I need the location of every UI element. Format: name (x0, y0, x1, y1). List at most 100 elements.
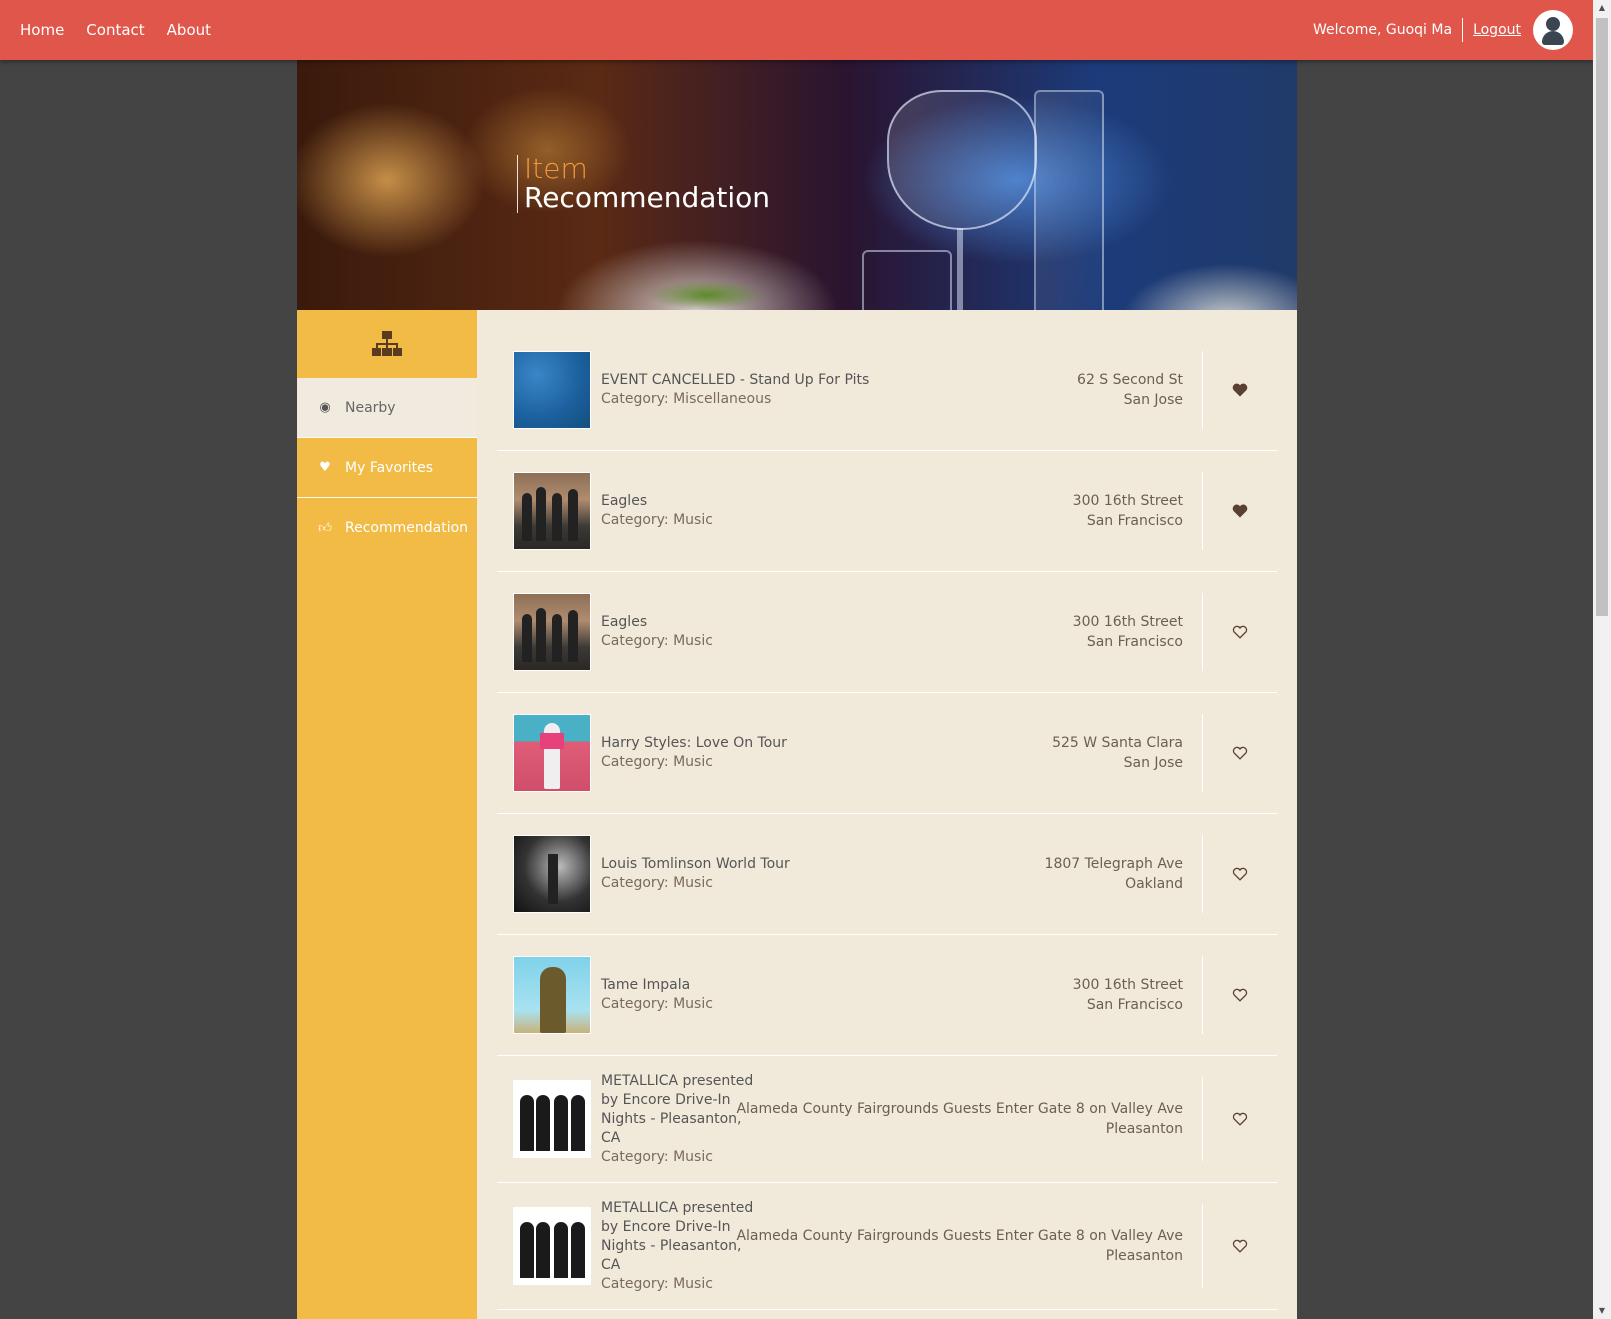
sidebar-item-my-favorites[interactable]: ♥ My Favorites (297, 438, 477, 498)
item-street: 525 W Santa Clara (1052, 735, 1183, 751)
list-item: Eagles Category: Music 300 16th Street S… (497, 451, 1277, 572)
favorite-button[interactable] (1225, 859, 1255, 889)
item-city: San Francisco (1086, 634, 1183, 650)
sitemap-icon (372, 331, 402, 357)
divider (1202, 835, 1203, 913)
sidebar-item-recommendation[interactable]: 👍︎ Recommendation (297, 498, 477, 558)
item-image (513, 593, 591, 671)
item-street: 300 16th Street (1072, 977, 1183, 993)
list-item: EVENT CANCELLED - Stand Up For Pits Cate… (497, 330, 1277, 451)
favorite-button[interactable] (1225, 617, 1255, 647)
favorite-button[interactable] (1225, 1231, 1255, 1261)
list-item: Harry Styles: Love On Tour Category: Mus… (497, 693, 1277, 814)
item-address: Alameda County Fairgrounds Guests Enter … (736, 1226, 1183, 1266)
item-name[interactable]: EVENT CANCELLED - Stand Up For Pits (601, 371, 901, 390)
divider (1202, 593, 1203, 671)
divider (1202, 351, 1203, 429)
item-category: Category: Music (601, 754, 713, 770)
list-item: Eagles Category: Music 300 16th Street S… (497, 572, 1277, 693)
favorite-button[interactable] (1225, 738, 1255, 768)
nav-link-home[interactable]: Home (20, 21, 64, 39)
hero-title-line2: Recommendation (524, 181, 771, 214)
item-address: 525 W Santa Clara San Jose (1052, 733, 1183, 773)
user-icon-body (1542, 31, 1564, 45)
page-scrollbar[interactable]: ▲ ▼ (1593, 0, 1611, 1319)
item-name[interactable]: Tame Impala (601, 976, 771, 995)
scroll-up-icon[interactable]: ▲ (1593, 0, 1611, 16)
heart-outline-icon (1232, 1112, 1248, 1126)
item-address: Alameda County Fairgrounds Guests Enter … (736, 1099, 1183, 1139)
scroll-down-icon[interactable]: ▼ (1593, 1303, 1611, 1319)
item-street: 62 S Second St (1077, 372, 1183, 388)
item-info: EVENT CANCELLED - Stand Up For Pits Cate… (601, 371, 901, 409)
logout-link[interactable]: Logout (1473, 22, 1521, 38)
item-category: Category: Music (601, 1275, 713, 1292)
heart-outline-icon (1232, 625, 1248, 639)
scrollbar-thumb[interactable] (1596, 18, 1608, 616)
item-address: 300 16th Street San Francisco (1073, 975, 1183, 1015)
sidebar-item-label: Recommendation (345, 520, 469, 536)
item-name[interactable]: Eagles (601, 492, 771, 511)
avatar[interactable] (1533, 10, 1573, 50)
heart-icon: ♥ (319, 460, 331, 475)
item-city: Pleasanton (1105, 1248, 1183, 1264)
item-image (513, 714, 591, 792)
item-info: Harry Styles: Love On Tour Category: Mus… (601, 734, 901, 772)
item-category: Category: Music (601, 996, 713, 1012)
divider (1202, 714, 1203, 792)
list-item: Tame Impala Category: Music 300 16th Str… (497, 935, 1277, 1056)
favorite-button[interactable] (1225, 1104, 1255, 1134)
item-category: Category: Music (601, 633, 713, 649)
item-image (513, 351, 591, 429)
sidebar-item-label: Nearby (345, 399, 396, 416)
hero-decor (647, 280, 767, 310)
water-glass-image (1034, 90, 1104, 310)
welcome-text: Welcome, Guoqi Ma (1313, 18, 1464, 42)
list-item: METALLICA presented by Encore Drive-In N… (497, 1183, 1277, 1310)
item-info: Eagles Category: Music (601, 613, 771, 651)
heart-filled-icon (1232, 383, 1248, 397)
item-street: 1807 Telegraph Ave (1044, 856, 1183, 872)
small-glass-image (862, 250, 952, 310)
sidebar-item-nearby[interactable]: ◉ Nearby (297, 378, 477, 438)
item-city: Oakland (1125, 876, 1183, 892)
heart-outline-icon (1232, 867, 1248, 881)
sidebar: ◉ Nearby ♥ My Favorites 👍︎ Recommendatio… (297, 310, 477, 1319)
nav-link-about[interactable]: About (167, 21, 211, 39)
item-name[interactable]: Eagles (601, 613, 771, 632)
item-category: Category: Music (601, 512, 713, 528)
item-city: San Francisco (1086, 513, 1183, 529)
heart-filled-icon (1232, 504, 1248, 518)
item-address: 300 16th Street San Francisco (1073, 612, 1183, 652)
favorite-button[interactable] (1225, 375, 1255, 405)
item-name[interactable]: Harry Styles: Love On Tour (601, 734, 901, 753)
hero-title: Item Recommendation (517, 155, 770, 213)
heart-outline-icon (1232, 746, 1248, 760)
item-address: 62 S Second St San Jose (1077, 370, 1183, 410)
favorite-button[interactable] (1225, 496, 1255, 526)
top-nav: Home Contact About Welcome, Guoqi Ma Log… (0, 0, 1593, 60)
wine-glass-stem (957, 228, 963, 310)
item-info: Tame Impala Category: Music (601, 976, 771, 1014)
hero-banner: Item Recommendation (297, 60, 1297, 310)
item-city: San Francisco (1086, 997, 1183, 1013)
item-category: Category: Miscellaneous (601, 391, 772, 407)
divider (1202, 472, 1203, 550)
nav-user: Welcome, Guoqi Ma Logout (1313, 0, 1573, 60)
item-info: Louis Tomlinson World Tour Category: Mus… (601, 855, 901, 893)
item-street: Alameda County Fairgrounds Guests Enter … (736, 1228, 1183, 1244)
divider (1202, 956, 1203, 1034)
heart-outline-icon (1232, 988, 1248, 1002)
main-content: EVENT CANCELLED - Stand Up For Pits Cate… (477, 310, 1297, 1319)
item-info: Eagles Category: Music (601, 492, 771, 530)
favorite-button[interactable] (1225, 980, 1255, 1010)
item-category: Category: Music (601, 875, 713, 891)
item-city: San Jose (1123, 392, 1183, 408)
map-marker-icon: ◉ (319, 400, 331, 415)
item-image (513, 1207, 591, 1285)
list-item: Louis Tomlinson World Tour Category: Mus… (497, 814, 1277, 935)
item-city: Pleasanton (1105, 1121, 1183, 1137)
divider (1202, 1077, 1203, 1161)
item-name[interactable]: Louis Tomlinson World Tour (601, 855, 901, 874)
nav-link-contact[interactable]: Contact (86, 21, 144, 39)
